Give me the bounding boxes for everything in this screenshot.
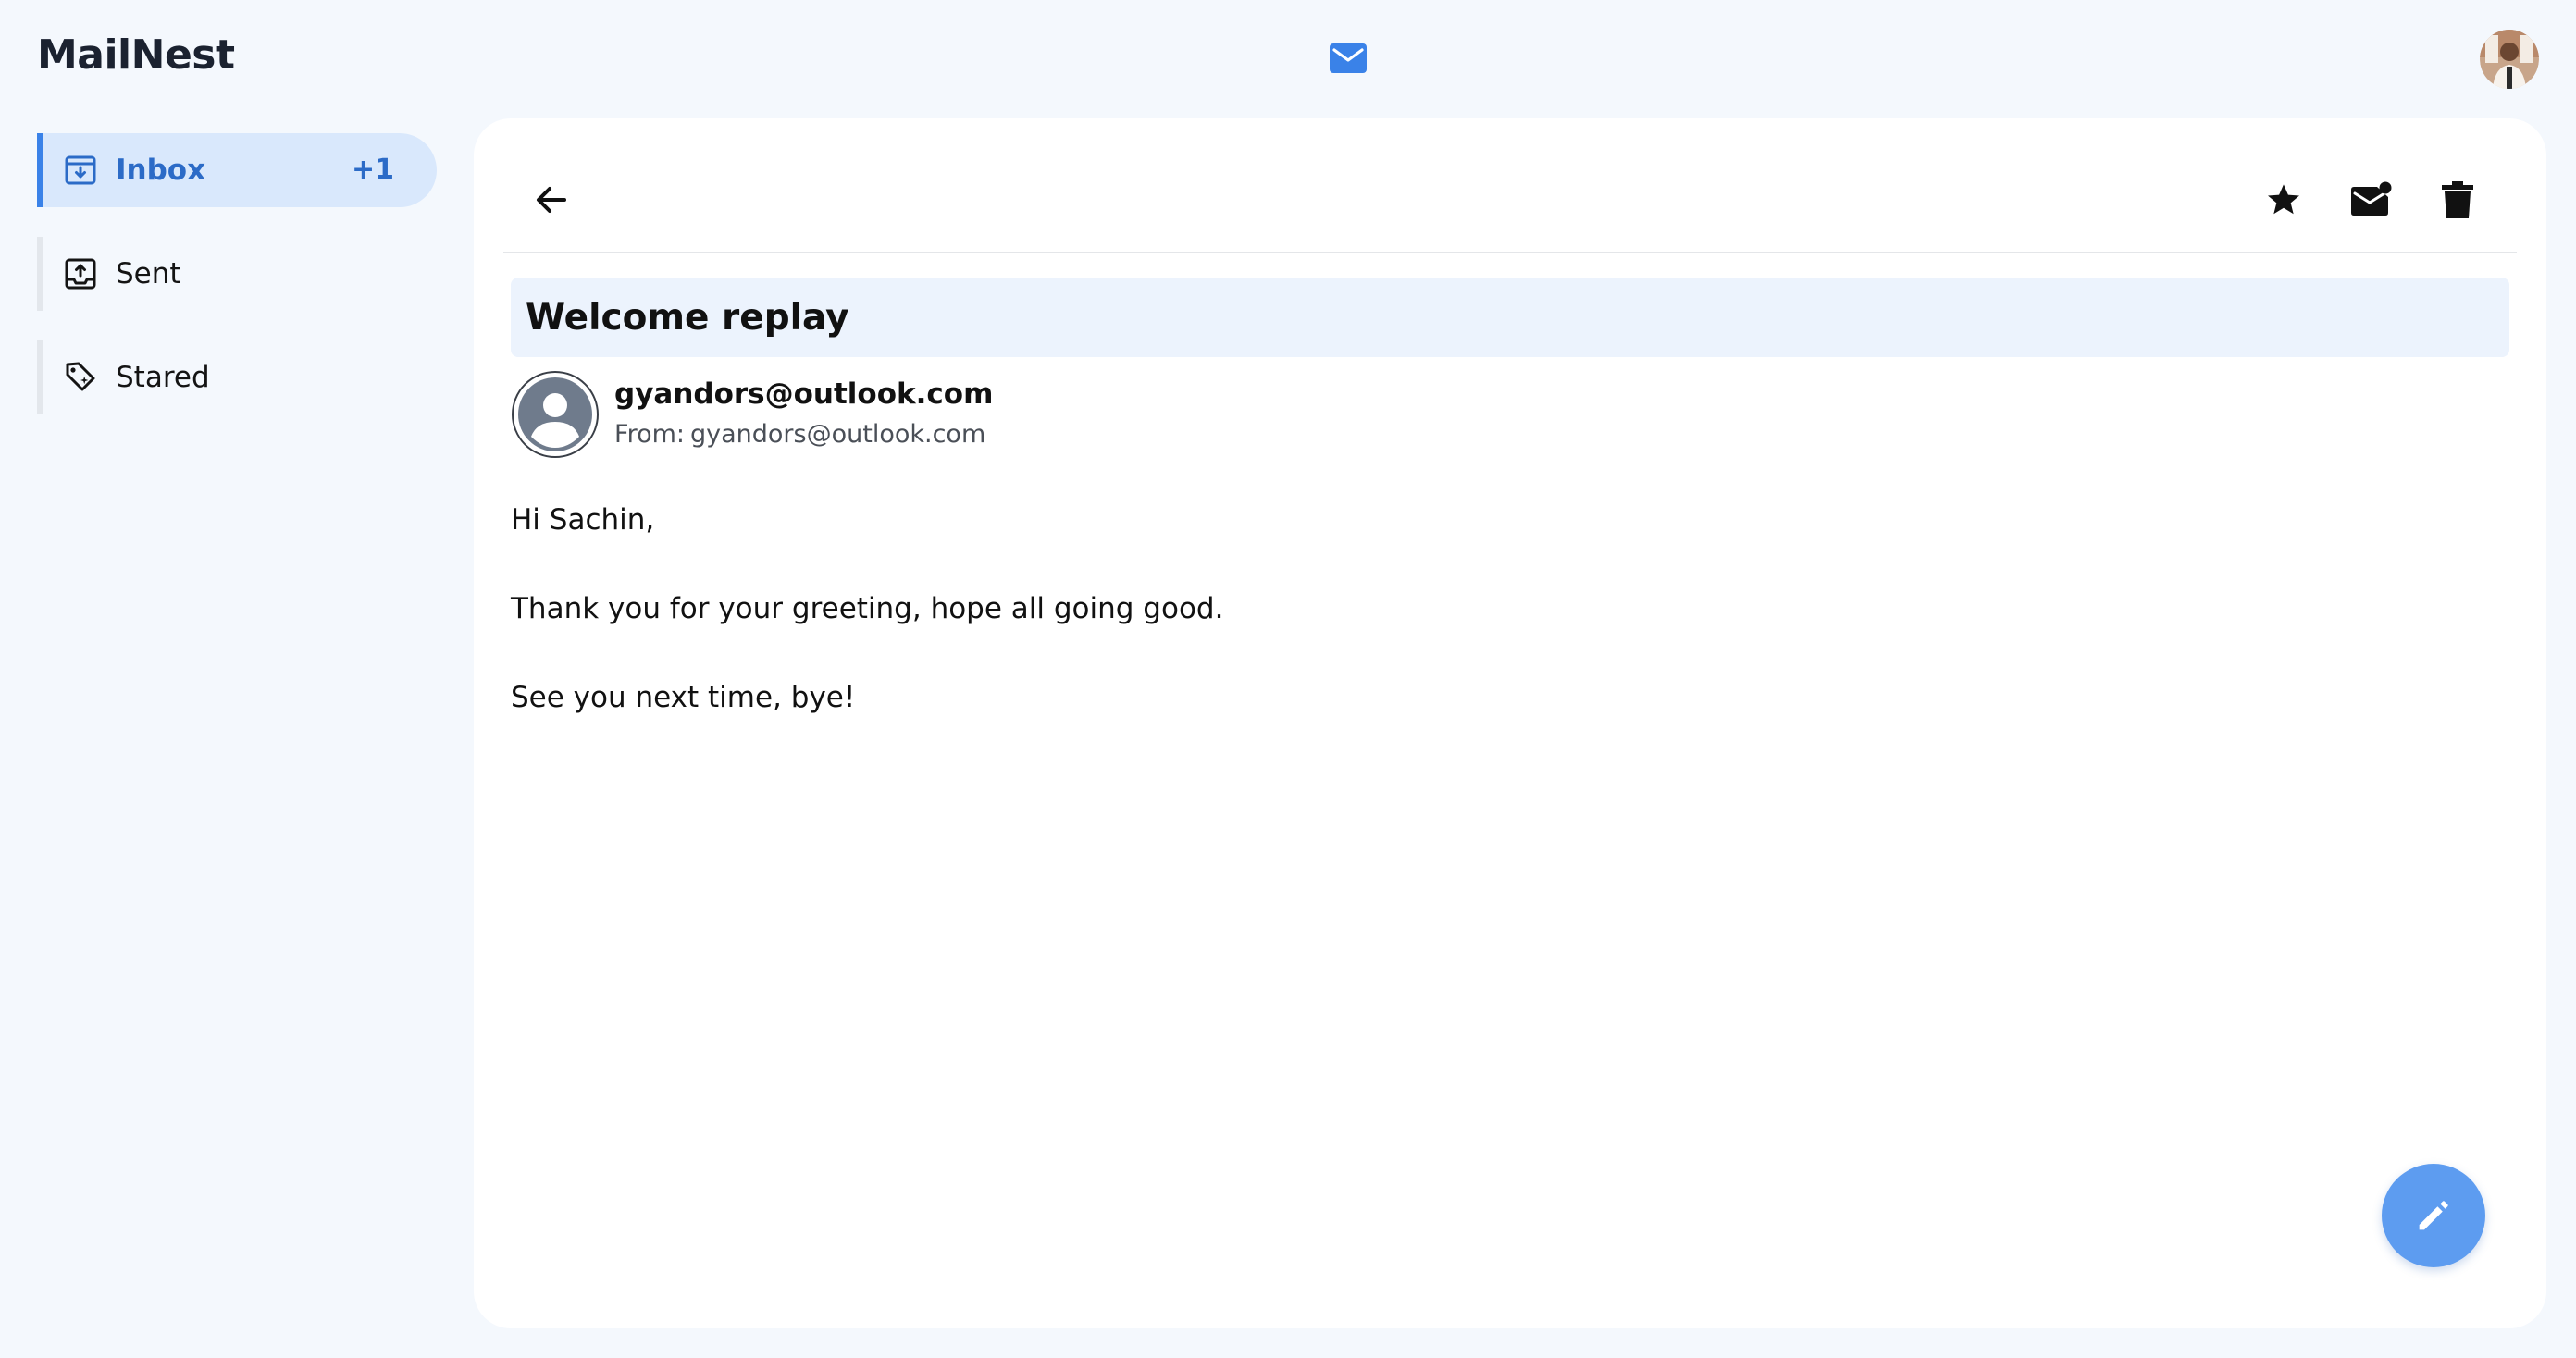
email-body-line: Thank you for your greeting, hope all go… <box>511 592 1224 625</box>
sidebar-item-stared[interactable]: Stared <box>37 340 437 414</box>
user-avatar[interactable] <box>2480 30 2539 89</box>
from-label: From: <box>614 420 685 449</box>
email-subject: Welcome replay <box>511 278 2509 357</box>
compose-button[interactable] <box>2382 1164 2485 1267</box>
star-icon <box>2268 184 2299 215</box>
sender-from-line: From: gyandors@outlook.com <box>614 420 985 449</box>
back-button[interactable] <box>526 174 577 226</box>
trash-icon <box>2442 181 2473 218</box>
sidebar-item-label: Inbox <box>116 154 206 187</box>
arrow-left-icon <box>537 187 566 213</box>
email-toolbar <box>503 118 2517 253</box>
top-bar: MailNest <box>0 0 2576 118</box>
sidebar-item-sent[interactable]: Sent <box>37 237 437 311</box>
star-button[interactable] <box>2258 174 2310 226</box>
sender-name: gyandors@outlook.com <box>614 377 994 411</box>
sidebar: Inbox +1 Sent Stared <box>37 133 437 444</box>
unread-count-badge: +1 <box>351 154 394 186</box>
from-address: gyandors@outlook.com <box>690 420 986 449</box>
sender-avatar-icon <box>512 371 599 458</box>
pencil-icon <box>2419 1201 2448 1230</box>
outbox-icon <box>65 258 96 290</box>
sidebar-item-label: Sent <box>116 257 181 290</box>
tag-icon <box>66 362 95 391</box>
delete-button[interactable] <box>2432 174 2483 226</box>
sidebar-item-label: Stared <box>116 361 210 394</box>
email-body-line: Hi Sachin, <box>511 503 655 537</box>
email-view: Welcome replay gyandors@outlook.com From… <box>474 118 2546 1328</box>
mail-icon <box>1330 43 1367 73</box>
inbox-icon <box>65 155 96 185</box>
mail-unread-icon <box>2351 181 2392 216</box>
app-title: MailNest <box>37 31 235 79</box>
sidebar-item-inbox[interactable]: Inbox +1 <box>37 133 437 207</box>
mark-unread-button[interactable] <box>2345 174 2396 226</box>
email-body-line: See you next time, bye! <box>511 681 856 714</box>
email-body: Hi Sachin, Thank you for your greeting, … <box>511 503 2454 770</box>
